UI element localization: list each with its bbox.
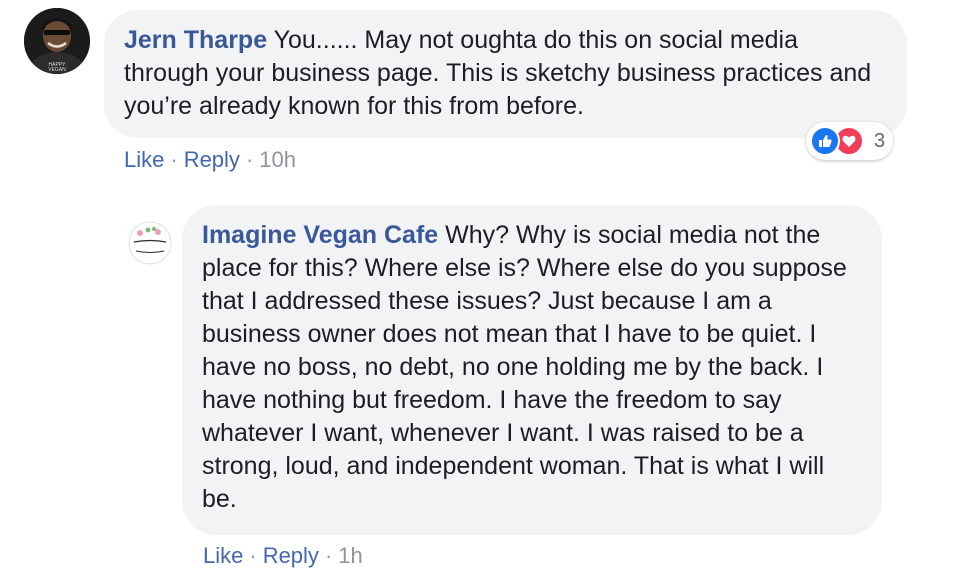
reply-author-link[interactable]: Imagine Vegan Cafe <box>202 221 438 249</box>
reply-bubble: Imagine Vegan Cafe Why? Why is social me… <box>182 205 882 535</box>
profile-photo-icon: HAPPY VEGAN <box>24 8 90 74</box>
reply-avatar[interactable] <box>128 221 172 265</box>
comment-bubble: Jern Tharpe You...... May not oughta do … <box>104 10 907 138</box>
like-button[interactable]: Like <box>124 147 164 172</box>
svg-text:VEGAN: VEGAN <box>48 67 66 73</box>
separator-dot: · <box>245 147 254 172</box>
reactions-summary[interactable]: 3 <box>806 122 894 160</box>
separator-dot: · <box>249 543 257 568</box>
comment-actions: Like · Reply · 10h <box>124 146 296 174</box>
separator-dot: · <box>170 147 178 172</box>
cafe-logo-icon <box>128 221 172 265</box>
comment-author-link[interactable]: Jern Tharpe <box>124 26 267 54</box>
reply-text: Why? Why is social media not the place f… <box>202 221 847 513</box>
reply-timestamp[interactable]: 1h <box>338 543 362 568</box>
commenter-avatar[interactable]: HAPPY VEGAN <box>24 8 90 74</box>
separator-dot: · <box>324 543 333 568</box>
comment-timestamp[interactable]: 10h <box>259 147 296 172</box>
reply-button[interactable]: Reply <box>184 147 240 172</box>
reply-actions: Like · Reply · 1h <box>203 542 363 570</box>
reaction-count: 3 <box>874 129 886 152</box>
like-button[interactable]: Like <box>203 543 243 568</box>
reply-button[interactable]: Reply <box>263 543 319 568</box>
like-icon <box>810 126 840 156</box>
